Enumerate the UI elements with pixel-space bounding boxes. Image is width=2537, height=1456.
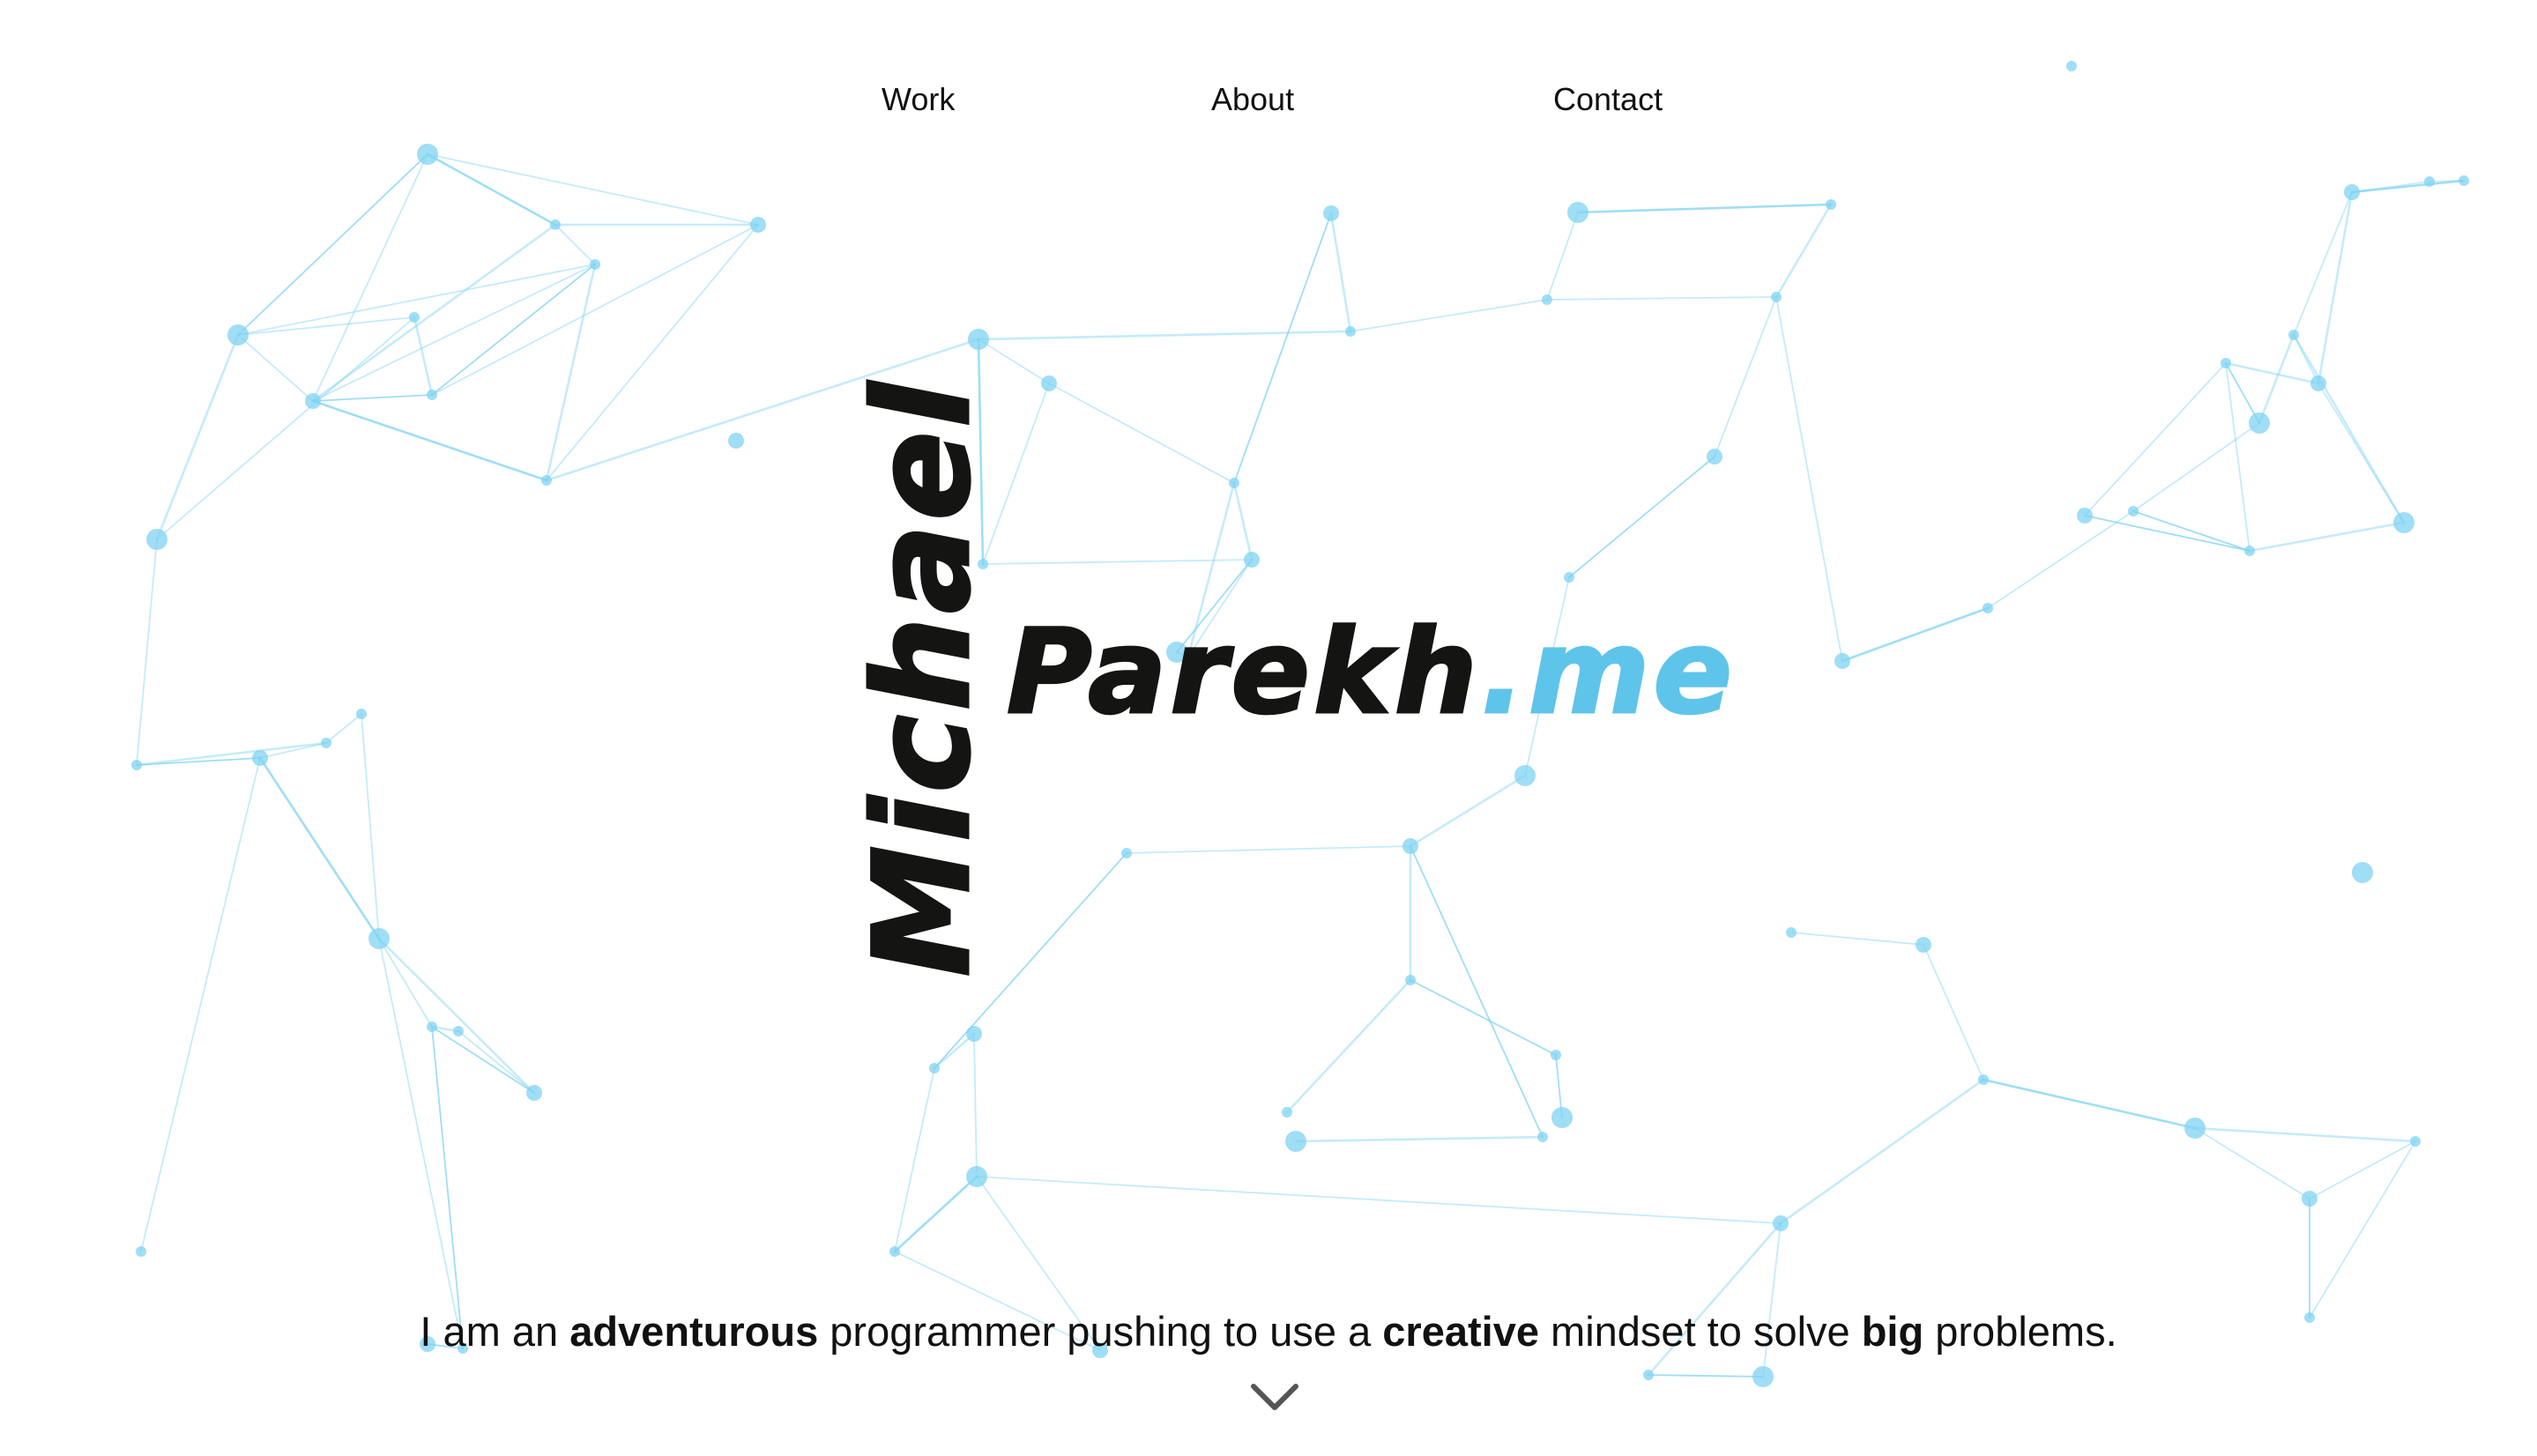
logo-last-name: Parekh [1006,605,1481,740]
tagline-text: mindset to solve [1539,1308,1862,1355]
tagline-text: problems. [1923,1308,2117,1355]
logo-first-name: Michael [845,377,1001,978]
chevron-down-icon[interactable] [1250,1382,1299,1412]
tagline-text: I am an [420,1308,570,1355]
tagline-emphasis: adventurous [569,1308,819,1355]
tagline-emphasis: big [1861,1308,1924,1355]
tagline: I am an adventurous programmer pushing t… [0,1307,2537,1356]
site-logo: Michael Parekh.me [0,0,2537,1456]
logo-last-line: Parekh.me [1006,605,1736,740]
tagline-emphasis: creative [1382,1308,1539,1355]
logo-domain-extension: .me [1479,605,1736,740]
hero-section: Work About Contact Michael Parekh.me I a… [0,0,2537,1456]
tagline-text: programmer pushing to use a [818,1308,1383,1355]
